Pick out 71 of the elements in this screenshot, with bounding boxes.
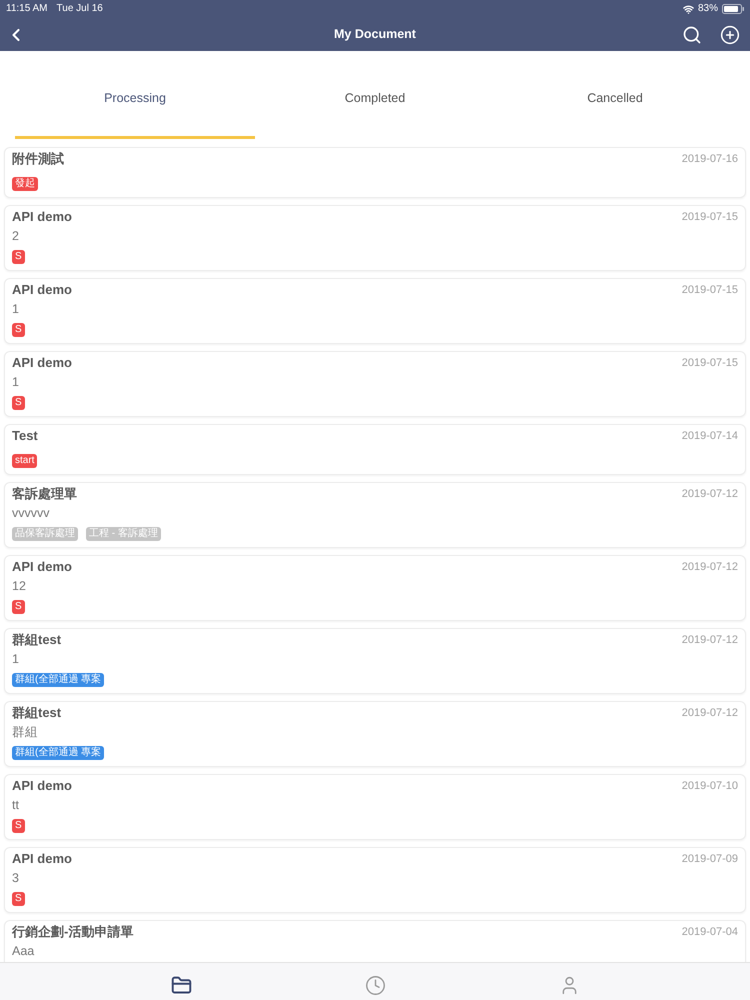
document-title: API demo	[12, 282, 72, 298]
document-date: 2019-07-16	[682, 152, 738, 166]
wifi-icon	[682, 4, 694, 14]
document-date: 2019-07-12	[682, 487, 738, 501]
document-card[interactable]: 客訴處理單 2019-07-12 vvvvvv 品保客訴處理 工程 - 客訴處理	[4, 482, 746, 548]
battery-percent: 83%	[698, 3, 718, 15]
status-tag: S	[12, 600, 25, 614]
status-time: 11:15 AM	[6, 3, 48, 15]
document-date: 2019-07-12	[682, 706, 738, 720]
document-date: 2019-07-12	[682, 633, 738, 647]
document-subtitle: 12	[12, 578, 26, 594]
document-card[interactable]: 群組test 2019-07-12 群組 群組(全部通過 專案	[4, 701, 746, 767]
document-subtitle: Aaa	[12, 943, 34, 959]
folder-icon[interactable]	[170, 975, 192, 996]
status-date: Tue Jul 16	[56, 3, 103, 15]
document-subtitle: 群組	[12, 724, 38, 740]
document-date: 2019-07-15	[682, 283, 738, 297]
document-title: 群組test	[12, 632, 62, 648]
document-title: 附件測試	[12, 151, 64, 167]
document-title: API demo	[12, 851, 72, 867]
status-tag: 工程 - 客訴處理	[86, 527, 161, 541]
document-card[interactable]: 群組test 2019-07-12 1 群組(全部通過 專案	[4, 628, 746, 694]
document-title: API demo	[12, 778, 72, 794]
status-tag: S	[12, 892, 25, 906]
document-card[interactable]: API demo 2019-07-15 1 S	[4, 278, 746, 344]
document-date: 2019-07-15	[682, 356, 738, 370]
document-card[interactable]: 行銷企劃-活動申請單 2019-07-04 Aaa	[4, 920, 746, 962]
document-title: API demo	[12, 209, 72, 225]
status-tag: S	[12, 396, 25, 410]
status-tag: 群組(全部通過 專案	[12, 746, 104, 760]
document-date: 2019-07-04	[682, 925, 738, 939]
status-tag: start	[12, 454, 38, 468]
status-tag: S	[12, 323, 25, 337]
document-card[interactable]: API demo 2019-07-10 tt S	[4, 774, 746, 840]
document-title: 群組test	[12, 705, 62, 721]
document-title: 客訴處理單	[12, 486, 77, 502]
document-card[interactable]: API demo 2019-07-12 12 S	[4, 555, 746, 621]
document-title: Test	[12, 428, 38, 444]
tab[interactable]: Cancelled	[495, 51, 735, 139]
document-date: 2019-07-15	[682, 210, 738, 224]
status-tag: 發起	[12, 177, 38, 191]
page-title: My Document	[334, 26, 416, 44]
document-date: 2019-07-09	[682, 852, 738, 866]
tab[interactable]: Processing	[15, 51, 255, 139]
status-tag: S	[12, 250, 25, 264]
document-subtitle: 3	[12, 870, 19, 886]
document-title: API demo	[12, 559, 72, 575]
search-icon[interactable]	[682, 24, 702, 44]
document-subtitle: 1	[12, 651, 19, 667]
document-date: 2019-07-10	[682, 779, 738, 793]
document-title: 行銷企劃-活動申請單	[12, 924, 134, 940]
add-icon[interactable]	[720, 24, 740, 44]
document-date: 2019-07-12	[682, 560, 738, 574]
document-subtitle: tt	[12, 797, 19, 813]
document-card[interactable]: 附件測試 2019-07-16 發起	[4, 147, 746, 198]
tab[interactable]: Completed	[255, 51, 495, 139]
battery-icon	[722, 4, 744, 14]
status-tag: S	[12, 819, 25, 833]
clock-icon[interactable]	[364, 975, 386, 996]
document-subtitle: 1	[12, 374, 19, 390]
document-subtitle: 1	[12, 301, 19, 317]
status-tag: 群組(全部通過 專案	[12, 673, 104, 687]
document-card[interactable]: API demo 2019-07-15 2 S	[4, 205, 746, 271]
document-card[interactable]: API demo 2019-07-09 3 S	[4, 847, 746, 913]
document-date: 2019-07-14	[682, 429, 738, 443]
status-tag: 品保客訴處理	[12, 527, 78, 541]
document-card[interactable]: Test 2019-07-14 start	[4, 424, 746, 475]
document-card[interactable]: API demo 2019-07-15 1 S	[4, 351, 746, 417]
document-subtitle: 2	[12, 228, 19, 244]
document-title: API demo	[12, 355, 72, 371]
document-subtitle: vvvvvv	[12, 505, 50, 521]
